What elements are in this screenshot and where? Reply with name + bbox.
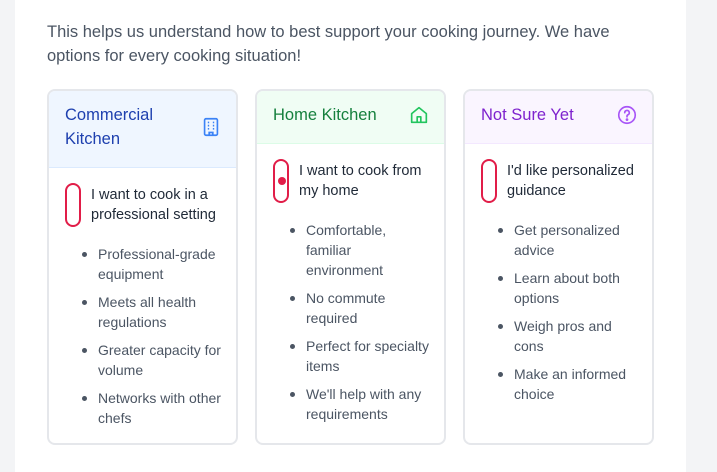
list-item: Perfect for specialty items <box>289 336 429 376</box>
list-item: Greater capacity for volume <box>81 340 221 380</box>
feature-list: Professional-grade equipment Meets all h… <box>81 244 221 436</box>
list-item: Professional-grade equipment <box>81 244 221 284</box>
feature-list: Get personalized advice Learn about both… <box>497 220 637 412</box>
card-header: Not Sure Yet <box>465 91 652 144</box>
choice-row[interactable]: I want to cook from my home <box>273 159 429 203</box>
choice-row[interactable]: I'd like personalized guidance <box>481 159 637 203</box>
content-panel: This helps us understand how to best sup… <box>15 0 686 472</box>
card-title: Home Kitchen <box>273 106 377 124</box>
card-title-line-1: Commercial <box>65 106 154 124</box>
list-item: Comfortable, familiar environment <box>289 220 429 280</box>
intro-line-1: This helps us understand how to best sup… <box>47 23 610 41</box>
card-header: Home Kitchen <box>257 91 444 144</box>
card-header: Commercial Kitchen <box>49 91 236 168</box>
building-icon <box>203 117 219 137</box>
card-title-line-2: Kitchen <box>65 130 121 148</box>
list-item: No commute required <box>289 288 429 328</box>
question-circle-icon <box>617 105 637 125</box>
option-card-commercial-kitchen[interactable]: Commercial Kitchen I want to cook in a p… <box>47 89 238 445</box>
radio-commercial-kitchen[interactable] <box>65 183 81 227</box>
radio-selected-dot <box>278 177 286 185</box>
list-item: Get personalized advice <box>497 220 637 260</box>
intro-text: This helps us understand how to best sup… <box>47 20 647 68</box>
home-icon <box>410 106 428 124</box>
list-item: Meets all health regulations <box>81 292 221 332</box>
intro-line-2: options for every cooking situation! <box>47 47 302 65</box>
list-item: Make an informed choice <box>497 364 637 404</box>
card-title: Commercial Kitchen <box>65 103 222 151</box>
list-item: Learn about both options <box>497 268 637 308</box>
list-item: Weigh pros and cons <box>497 316 637 356</box>
choice-label: I want to cook in a professional setting <box>91 187 216 223</box>
radio-home-kitchen[interactable] <box>273 159 289 203</box>
list-item: Networks with other chefs <box>81 388 221 428</box>
option-card-home-kitchen[interactable]: Home Kitchen I want to cook from my home… <box>255 89 446 445</box>
choice-label: I want to cook from my home <box>299 163 422 199</box>
feature-list: Comfortable, familiar environment No com… <box>289 220 429 432</box>
card-title: Not Sure Yet <box>481 106 574 124</box>
choice-label: I'd like personalized guidance <box>507 163 634 199</box>
radio-not-sure-yet[interactable] <box>481 159 497 203</box>
option-card-not-sure-yet[interactable]: Not Sure Yet I'd like personalized guida… <box>463 89 654 445</box>
choice-row[interactable]: I want to cook in a professional setting <box>65 183 221 227</box>
list-item: We'll help with any requirements <box>289 384 429 424</box>
